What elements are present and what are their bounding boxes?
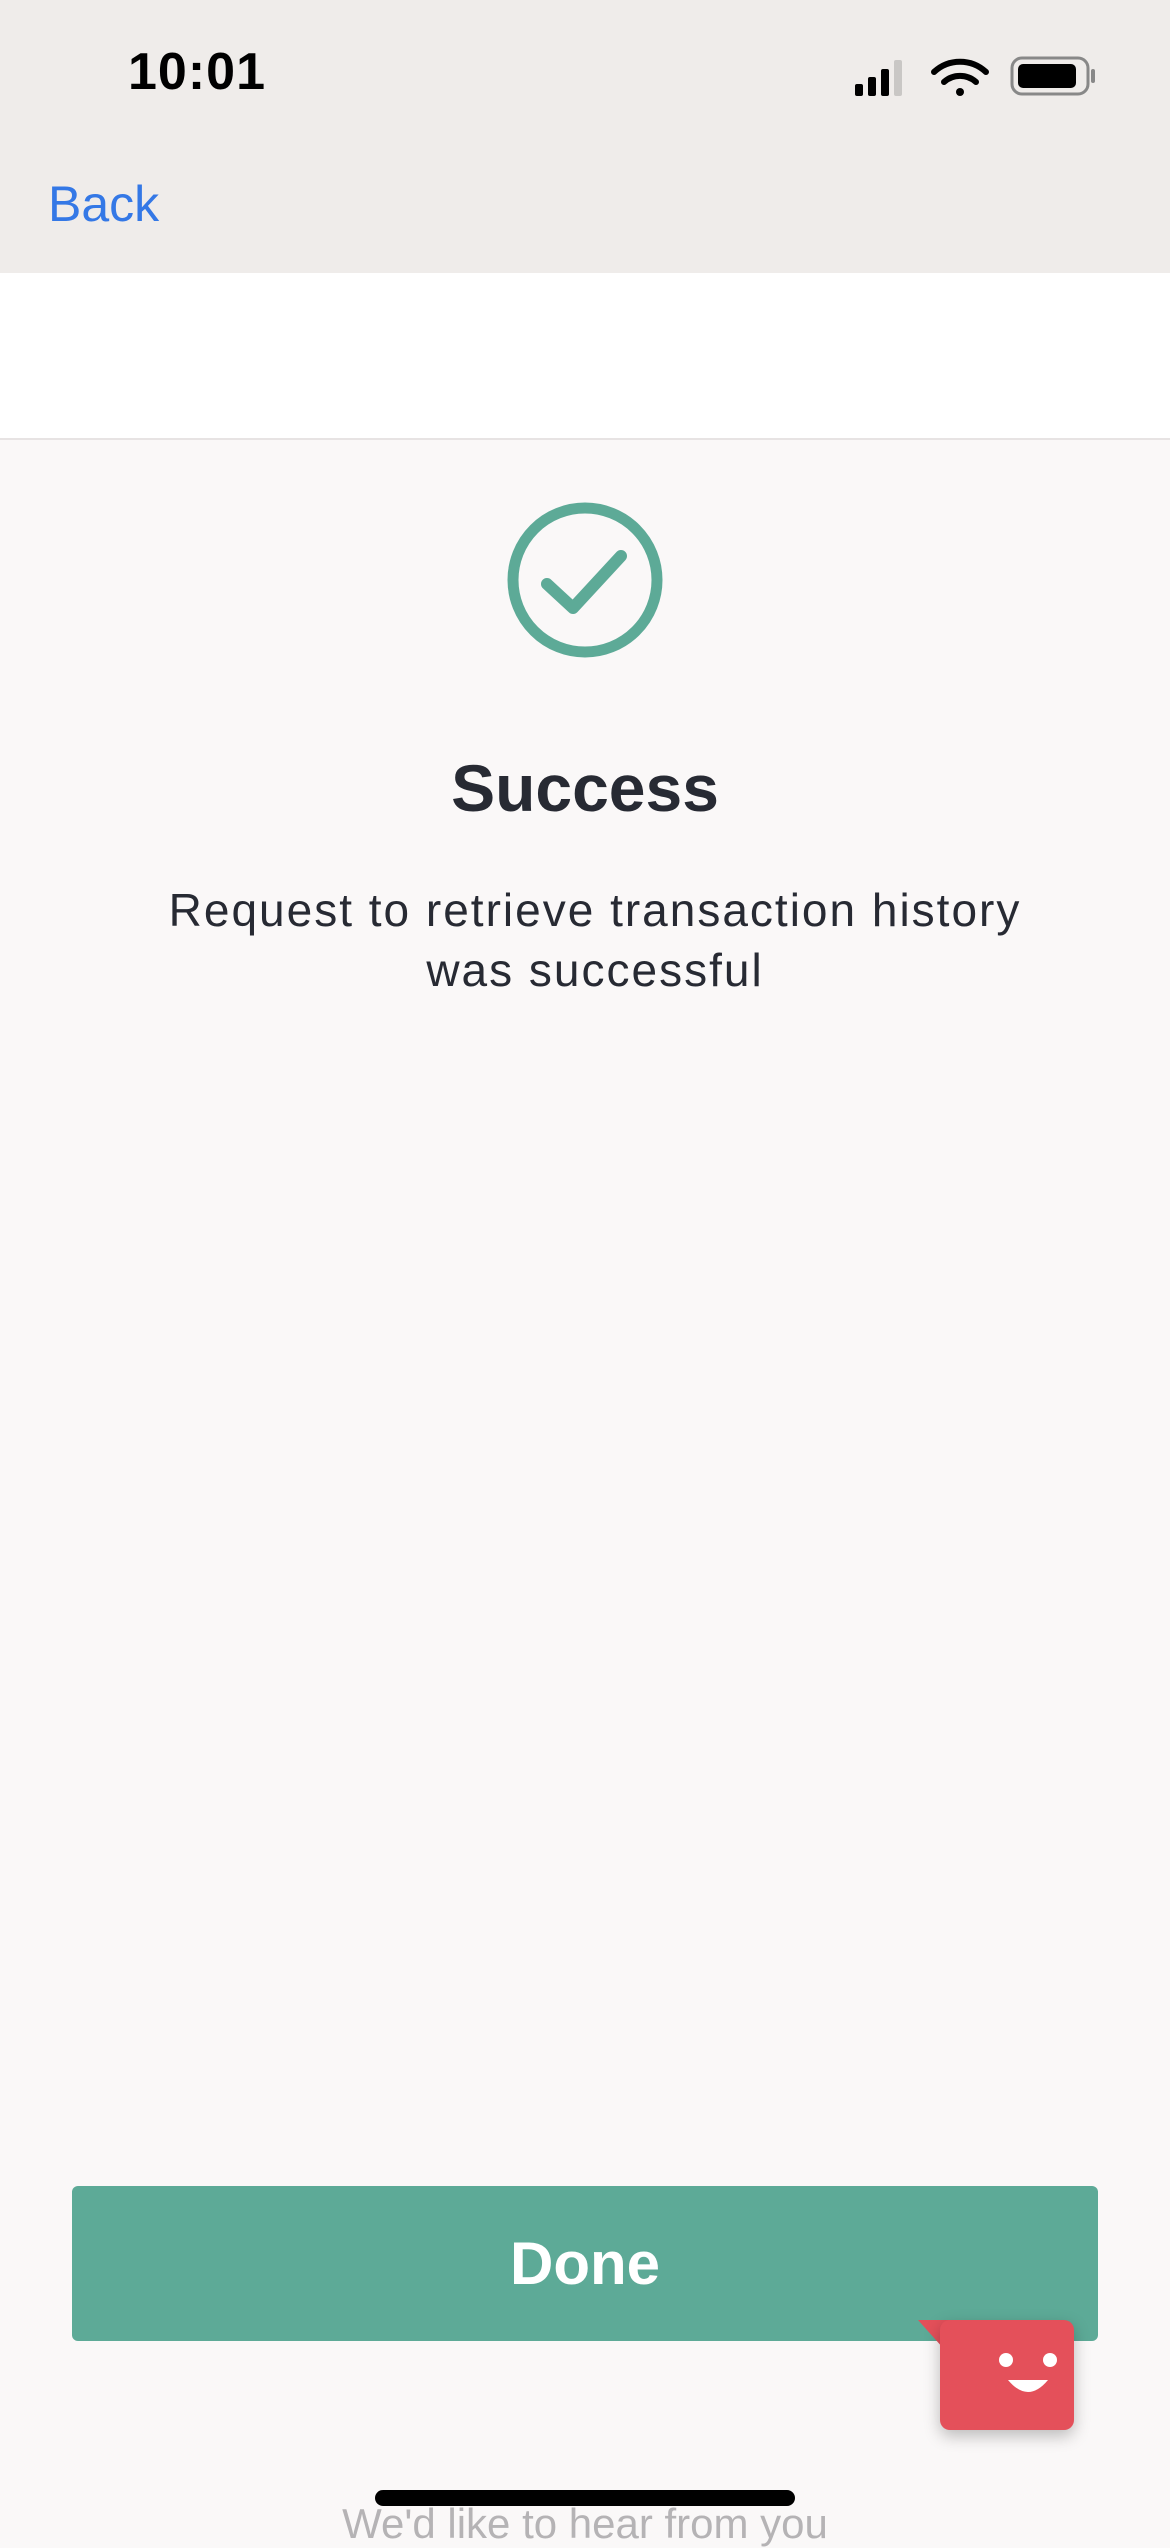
feedback-bubble bbox=[940, 2320, 1074, 2430]
page-title: Success bbox=[451, 751, 719, 825]
feedback-widget-button[interactable] bbox=[918, 2320, 1074, 2430]
check-circle-icon bbox=[507, 502, 663, 658]
status-icons bbox=[855, 56, 1095, 96]
home-indicator bbox=[375, 2490, 795, 2506]
header-spacer bbox=[0, 273, 1170, 440]
battery-icon bbox=[1010, 56, 1095, 96]
nav-bar bbox=[0, 150, 1170, 273]
status-bar: 10:01 bbox=[0, 0, 1170, 150]
feedback-prompt-text: We'd like to hear from you bbox=[342, 2500, 828, 2547]
wifi-icon bbox=[931, 58, 989, 96]
back-button[interactable]: Back bbox=[48, 175, 159, 233]
done-button[interactable]: Done bbox=[72, 2186, 1098, 2341]
status-time: 10:01 bbox=[128, 43, 266, 101]
success-message: Request to retrieve transaction history … bbox=[168, 884, 1022, 996]
signal-icon bbox=[855, 60, 902, 96]
smiley-feedback-icon bbox=[999, 2353, 1057, 2392]
